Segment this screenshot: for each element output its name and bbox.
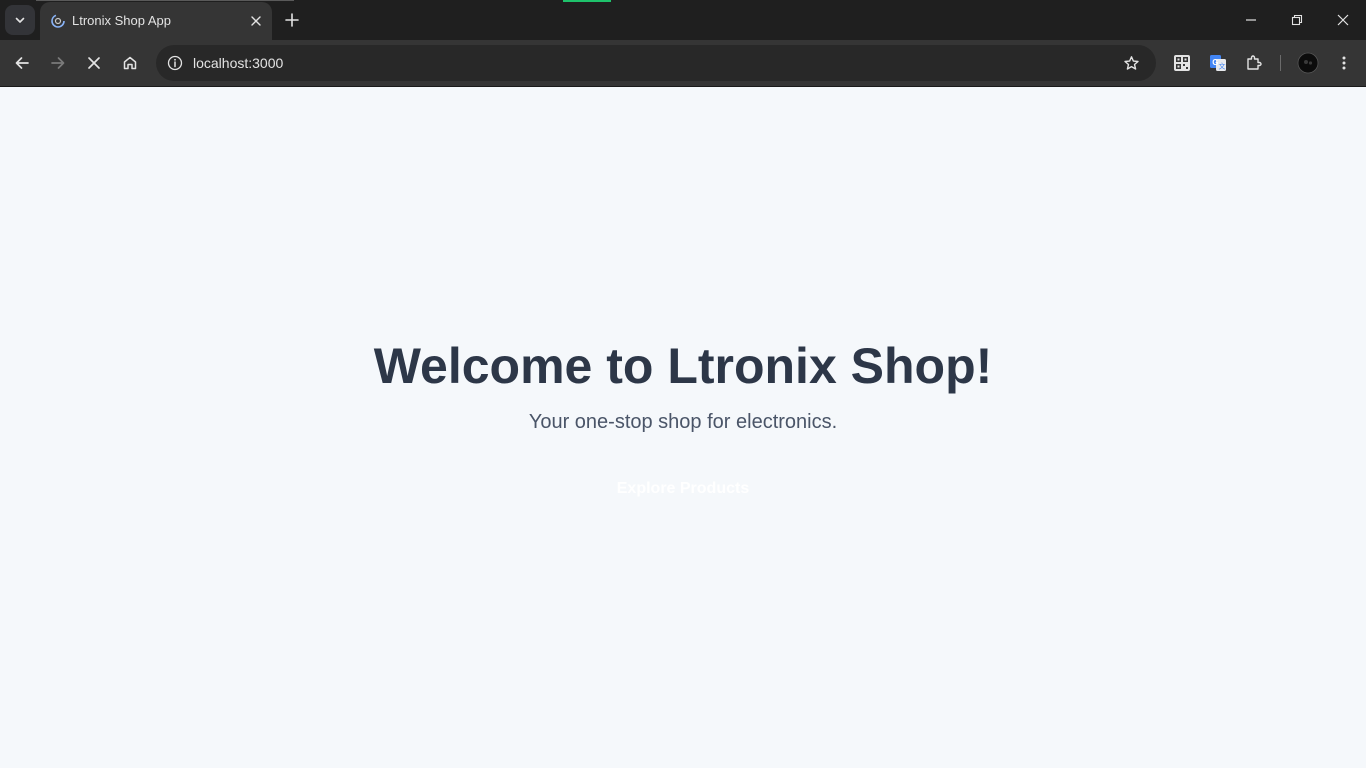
profile-button[interactable] [1292, 47, 1324, 79]
browser-toolbar: localhost:3000 G 文 [0, 40, 1366, 86]
page-title: Welcome to Ltronix Shop! [373, 338, 993, 394]
page-content: Welcome to Ltronix Shop! Your one-stop s… [0, 87, 1366, 768]
window-close-button[interactable] [1320, 0, 1366, 40]
star-icon[interactable] [1118, 50, 1144, 76]
info-icon[interactable] [162, 50, 188, 76]
url-text[interactable]: localhost:3000 [193, 55, 283, 71]
close-icon [1337, 14, 1349, 26]
minimize-button[interactable] [1228, 0, 1274, 40]
browser-menu-button[interactable] [1328, 47, 1360, 79]
avatar [1297, 52, 1319, 74]
address-bar[interactable]: localhost:3000 [156, 45, 1156, 81]
arrow-right-icon [50, 55, 66, 71]
page-subtitle: Your one-stop shop for electronics. [528, 411, 838, 433]
svg-text:文: 文 [1219, 62, 1226, 71]
new-tab-button[interactable] [280, 8, 304, 32]
qr-extension-button[interactable] [1166, 47, 1198, 79]
browser-window: Ltronix Shop App localhost:3000 G 文 Welc… [0, 0, 1366, 768]
svg-text:G: G [1212, 58, 1218, 67]
arrow-left-icon [14, 55, 30, 71]
minimize-icon [1245, 14, 1257, 26]
tab-strip: Ltronix Shop App [0, 0, 1366, 40]
loading-favicon-icon [50, 13, 66, 29]
home-button[interactable] [114, 47, 146, 79]
plus-icon [285, 13, 299, 27]
translate-icon: G 文 [1209, 54, 1227, 72]
close-icon[interactable] [246, 11, 266, 31]
close-icon [87, 56, 101, 70]
stop-loading-button[interactable] [78, 47, 110, 79]
qr-code-icon [1173, 54, 1191, 72]
restore-icon [1291, 14, 1303, 26]
tab-outline [36, 0, 294, 1]
explore-products-button[interactable]: Explore Products [583, 469, 783, 509]
kebab-menu-icon [1336, 55, 1352, 71]
tab-ltronix-shop[interactable]: Ltronix Shop App [40, 2, 272, 40]
forward-button[interactable] [42, 47, 74, 79]
translate-extension-button[interactable]: G 文 [1202, 47, 1234, 79]
loading-indicator [563, 0, 611, 2]
extensions-button[interactable] [1238, 47, 1270, 79]
puzzle-icon [1245, 54, 1263, 72]
toolbar-divider [1280, 55, 1281, 71]
restore-button[interactable] [1274, 0, 1320, 40]
tab-title: Ltronix Shop App [72, 13, 172, 28]
home-icon [122, 55, 138, 71]
chevron-down-icon [14, 14, 26, 26]
back-button[interactable] [6, 47, 38, 79]
tab-search-button[interactable] [5, 5, 35, 35]
